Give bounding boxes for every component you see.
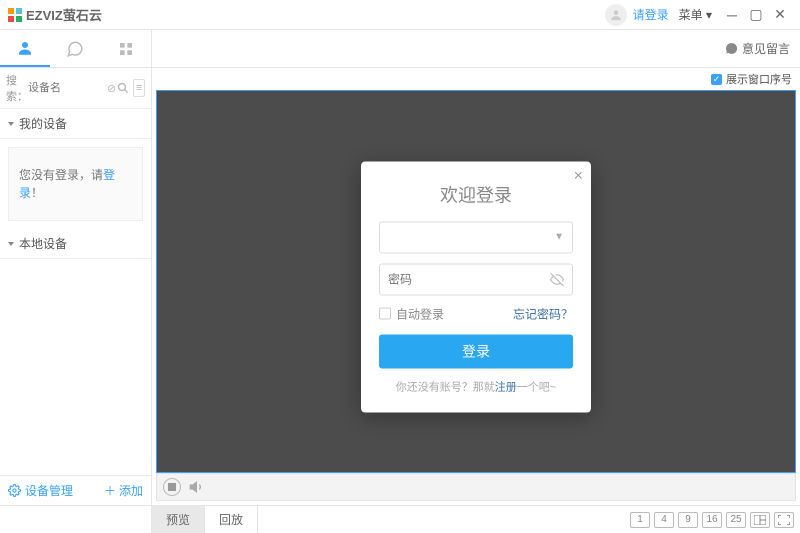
app-logo: EZVIZ萤石云 bbox=[8, 5, 102, 24]
login-link[interactable]: 请登录 bbox=[633, 6, 669, 23]
login-dialog: × 欢迎登录 ▼ 自动登录 忘记密码？ bbox=[361, 161, 591, 412]
chevron-down-icon[interactable]: ▼ bbox=[554, 232, 564, 243]
clear-search-icon[interactable]: ⊘ bbox=[106, 79, 117, 97]
show-window-index-toggle[interactable]: ✓ 展示窗口序号 bbox=[152, 68, 800, 90]
list-toggle-icon[interactable]: ≡ bbox=[133, 79, 145, 97]
auto-login-checkbox[interactable]: 自动登录 bbox=[379, 305, 444, 322]
device-management-button[interactable]: 设备管理 bbox=[8, 482, 73, 499]
avatar-icon[interactable] bbox=[605, 4, 627, 26]
layout-buttons: 1 4 9 16 25 bbox=[630, 512, 800, 528]
tab-playback[interactable]: 回放 bbox=[205, 506, 258, 533]
password-input[interactable] bbox=[388, 272, 550, 286]
chat-icon bbox=[66, 40, 84, 58]
layout-25-button[interactable]: 25 bbox=[726, 512, 746, 528]
gear-icon bbox=[8, 484, 21, 497]
video-area[interactable]: × 欢迎登录 ▼ 自动登录 忘记密码？ bbox=[156, 90, 796, 473]
fullscreen-icon bbox=[778, 515, 790, 525]
bottom-bar: 预览 回放 1 4 9 16 25 bbox=[0, 505, 800, 533]
search-label: 搜索： bbox=[6, 72, 28, 104]
add-device-button[interactable]: ＋ 添加 bbox=[104, 482, 143, 499]
maximize-icon[interactable]: ▢ bbox=[744, 5, 768, 25]
login-dialog-title: 欢迎登录 bbox=[379, 181, 573, 207]
fullscreen-button[interactable] bbox=[774, 512, 794, 528]
username-field[interactable]: ▼ bbox=[379, 221, 573, 253]
stop-button[interactable] bbox=[163, 478, 181, 496]
close-window-icon[interactable]: ✕ bbox=[768, 5, 792, 25]
not-logged-message: 您没有登录，请登录！ bbox=[8, 147, 143, 221]
tab-bar: 意见留言 bbox=[0, 30, 800, 68]
layout-1-button[interactable]: 1 bbox=[630, 512, 650, 528]
menu-button[interactable]: 菜单 ▾ bbox=[679, 6, 712, 23]
app-name: EZVIZ萤石云 bbox=[26, 5, 102, 24]
volume-icon bbox=[189, 479, 205, 495]
password-field[interactable] bbox=[379, 263, 573, 295]
stop-icon bbox=[168, 483, 176, 491]
group-my-devices[interactable]: 我的设备 bbox=[0, 109, 151, 139]
layout-16-button[interactable]: 16 bbox=[702, 512, 722, 528]
search-row: 搜索： ⊘ ≡ bbox=[0, 68, 151, 109]
volume-button[interactable] bbox=[189, 479, 205, 495]
logo-icon bbox=[8, 8, 22, 22]
checkbox-icon bbox=[379, 308, 391, 320]
register-link[interactable]: 注册 bbox=[495, 381, 517, 393]
layout-icon bbox=[754, 515, 766, 525]
grid-icon bbox=[118, 41, 134, 57]
minimize-icon[interactable]: ─ bbox=[720, 5, 744, 25]
checkbox-checked-icon: ✓ bbox=[711, 74, 722, 85]
group-local-devices[interactable]: 本地设备 bbox=[0, 229, 151, 259]
register-line: 你还没有账号？那就注册一个吧~ bbox=[379, 378, 573, 394]
layout-9-button[interactable]: 9 bbox=[678, 512, 698, 528]
search-input[interactable] bbox=[28, 82, 106, 94]
search-icon[interactable] bbox=[117, 79, 129, 97]
tab-messages[interactable] bbox=[51, 30, 101, 67]
forgot-password-link[interactable]: 忘记密码？ bbox=[513, 305, 573, 322]
username-input[interactable] bbox=[388, 230, 554, 244]
feedback-button[interactable]: 意见留言 bbox=[725, 40, 790, 57]
tab-preview[interactable]: 预览 bbox=[152, 506, 205, 533]
comment-icon bbox=[725, 42, 738, 55]
sidebar: 搜索： ⊘ ≡ 我的设备 您没有登录，请登录！ 本地设备 设备管理 ＋ 添加 bbox=[0, 68, 152, 505]
layout-4-button[interactable]: 4 bbox=[654, 512, 674, 528]
person-icon bbox=[16, 39, 34, 57]
layout-custom-button[interactable] bbox=[750, 512, 770, 528]
tab-devices[interactable] bbox=[0, 30, 50, 67]
title-bar: EZVIZ萤石云 请登录 菜单 ▾ ─ ▢ ✕ bbox=[0, 0, 800, 30]
close-dialog-icon[interactable]: × bbox=[574, 167, 583, 185]
tab-apps[interactable] bbox=[101, 30, 151, 67]
playback-controls bbox=[156, 473, 796, 501]
eye-off-icon[interactable] bbox=[550, 272, 564, 286]
plus-icon: ＋ bbox=[104, 482, 116, 499]
login-button[interactable]: 登录 bbox=[379, 334, 573, 368]
